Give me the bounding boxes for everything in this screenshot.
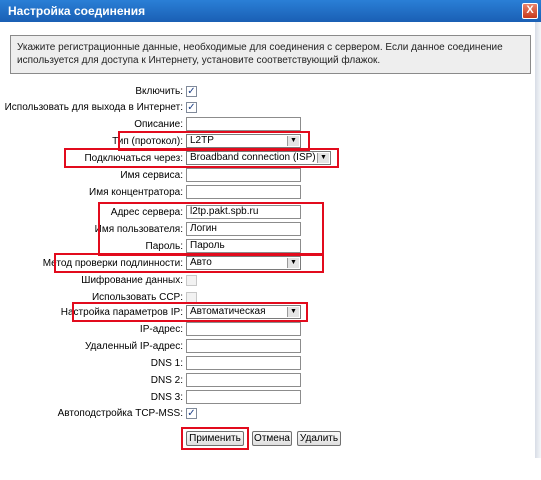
concentrator-name-label: Имя концентратора: bbox=[89, 187, 183, 198]
close-icon: X bbox=[526, 4, 534, 16]
remote-ip-label: Удаленный IP-адрес: bbox=[84, 341, 183, 352]
data-encryption-row: Шифрование данных: bbox=[0, 273, 541, 289]
title-bar: Настройка соединения X bbox=[0, 0, 541, 22]
close-button[interactable]: X bbox=[522, 3, 538, 19]
use-for-internet-checkbox[interactable]: ✓ bbox=[186, 102, 197, 113]
description-label: Описание: bbox=[134, 119, 183, 130]
highlight-credentials bbox=[98, 202, 324, 256]
use-for-internet-label: Использовать для выхода в Интернет: bbox=[4, 102, 183, 113]
highlight-ip-settings bbox=[72, 302, 308, 322]
remote-ip-row: Удаленный IP-адрес: bbox=[0, 339, 541, 355]
concentrator-name-row: Имя концентратора: bbox=[0, 185, 541, 201]
dns3-input[interactable] bbox=[186, 390, 301, 404]
checkmark-icon: ✓ bbox=[187, 102, 196, 113]
ip-address-label: IP-адрес: bbox=[139, 324, 183, 335]
checkmark-icon: ✓ bbox=[187, 408, 196, 419]
highlight-auth-method bbox=[54, 253, 324, 273]
checkmark-icon: ✓ bbox=[187, 86, 196, 97]
info-box: Укажите регистрационные данные, необходи… bbox=[10, 35, 531, 74]
dialog-title: Настройка соединения bbox=[8, 4, 146, 18]
service-name-label: Имя сервиса: bbox=[120, 170, 183, 181]
dns2-row: DNS 2: bbox=[0, 373, 541, 389]
ip-address-input[interactable] bbox=[186, 322, 301, 336]
use-for-internet-row: Использовать для выхода в Интернет: ✓ bbox=[0, 100, 541, 116]
description-input[interactable] bbox=[186, 117, 301, 131]
dns2-label: DNS 2: bbox=[150, 375, 183, 386]
enable-row: Включить: ✓ bbox=[0, 84, 541, 100]
tcp-mss-label: Автоподстройка TCP-MSS: bbox=[57, 408, 183, 419]
ip-address-row: IP-адрес: bbox=[0, 322, 541, 338]
info-text: Укажите регистрационные данные, необходи… bbox=[17, 42, 503, 66]
data-encryption-label: Шифрование данных: bbox=[81, 275, 183, 286]
dns1-label: DNS 1: bbox=[150, 358, 183, 369]
tcp-mss-row: Автоподстройка TCP-MSS: ✓ bbox=[0, 406, 541, 422]
dns3-row: DNS 3: bbox=[0, 390, 541, 406]
connection-settings-dialog: Настройка соединения X Укажите регистрац… bbox=[0, 0, 541, 458]
delete-button[interactable]: Удалить bbox=[297, 431, 341, 446]
remote-ip-input[interactable] bbox=[186, 339, 301, 353]
concentrator-name-input[interactable] bbox=[186, 185, 301, 199]
enable-checkbox[interactable]: ✓ bbox=[186, 86, 197, 97]
service-name-input[interactable] bbox=[186, 168, 301, 182]
dns1-row: DNS 1: bbox=[0, 356, 541, 372]
service-name-row: Имя сервиса: bbox=[0, 168, 541, 184]
tcp-mss-checkbox[interactable]: ✓ bbox=[186, 408, 197, 419]
data-encryption-checkbox[interactable] bbox=[186, 275, 197, 286]
dns3-label: DNS 3: bbox=[150, 392, 183, 403]
dns2-input[interactable] bbox=[186, 373, 301, 387]
dns1-input[interactable] bbox=[186, 356, 301, 370]
enable-label: Включить: bbox=[135, 86, 183, 97]
highlight-connect-via bbox=[64, 148, 339, 168]
highlight-apply bbox=[181, 427, 249, 450]
cancel-button[interactable]: Отмена bbox=[252, 431, 292, 446]
